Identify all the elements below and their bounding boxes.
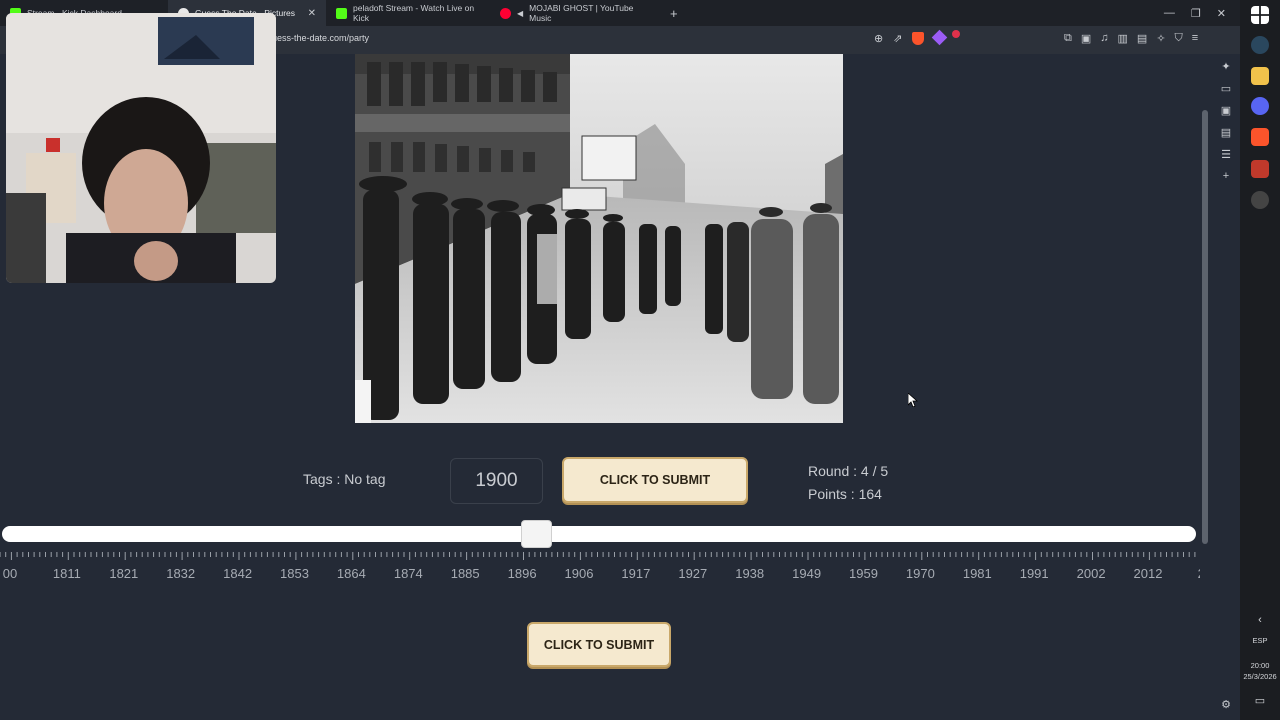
- date-slider-handle[interactable]: [521, 520, 553, 548]
- timeline-label: 1949: [792, 566, 822, 581]
- speaker-icon: ◀: [517, 8, 524, 18]
- settings-gear-icon[interactable]: ⚙: [1221, 698, 1231, 711]
- discord-icon[interactable]: [1251, 97, 1269, 115]
- youtube-music-icon: [500, 7, 511, 19]
- notification-badge: [952, 30, 960, 38]
- timeline-label: 2002: [1076, 566, 1106, 581]
- window-controls: — ❐ ✕: [1164, 0, 1240, 26]
- timeline-label: 1864: [336, 566, 366, 581]
- close-window-icon[interactable]: ✕: [1217, 7, 1226, 20]
- steam-icon[interactable]: [1251, 36, 1269, 54]
- sidebar-toggle-icon[interactable]: ▥: [1118, 32, 1128, 45]
- bookmarks-icon[interactable]: ▤: [1221, 126, 1231, 139]
- zoom-icon[interactable]: ⊕: [874, 32, 883, 45]
- tab-label: MOJABI GHOST | YouTube Music: [529, 3, 634, 23]
- timeline-label: 1917: [621, 566, 651, 581]
- score-panel: Round : 4 / 5 Points : 164: [808, 460, 888, 506]
- timeline-label: 1874: [393, 566, 423, 581]
- scrollbar-thumb[interactable]: [1202, 110, 1208, 544]
- timeline-label: 1906: [564, 566, 594, 581]
- kick-icon: [336, 7, 347, 19]
- windows-start-icon[interactable]: [1251, 6, 1269, 24]
- timeline-label: 1938: [735, 566, 765, 581]
- vpn-icon[interactable]: ⛉: [1175, 32, 1183, 45]
- date-slider-track[interactable]: [2, 526, 1196, 542]
- clock-date[interactable]: 25/3/2026: [1240, 672, 1280, 681]
- toolbar-right: ⧉ ▣ ♫ ▥ ▤ ✧ ⛉ ≡: [1064, 32, 1198, 45]
- media-icon[interactable]: ♫: [1100, 32, 1108, 45]
- timeline-label: 2012: [1133, 566, 1163, 581]
- tray-chevron-icon[interactable]: ‹: [1240, 614, 1280, 626]
- wallet-icon[interactable]: ▣: [1081, 32, 1091, 45]
- language-indicator[interactable]: ESP: [1240, 636, 1280, 645]
- taskbar: ‹ ESP 20:00 25/3/2026 ▭: [1240, 0, 1280, 720]
- photo-image: [355, 54, 843, 423]
- timeline-label: 1842: [223, 566, 253, 581]
- historical-photo: [355, 54, 843, 423]
- page-scrollbar[interactable]: [1200, 54, 1210, 720]
- restore-icon[interactable]: ❐: [1191, 7, 1201, 20]
- timeline-label: 1927: [678, 566, 708, 581]
- submit-button[interactable]: CLICK TO SUBMIT: [562, 457, 748, 503]
- timeline-label: 1853: [280, 566, 309, 581]
- tab-kick-stream[interactable]: peladoft Stream - Watch Live on Kick: [326, 0, 490, 26]
- bottom-submit-button[interactable]: CLICK TO SUBMIT: [527, 622, 671, 667]
- timeline-label: 1991: [1019, 566, 1049, 581]
- browser-sidebar: ✦ ▭ ▣ ▤ ☰ + ⚙: [1212, 54, 1240, 720]
- timeline-ticks: [0, 552, 1196, 560]
- timeline-label: 00: [2, 566, 18, 581]
- clock-time[interactable]: 20:00: [1240, 661, 1280, 670]
- points-counter: Points : 164: [808, 486, 882, 502]
- year-input[interactable]: [450, 458, 543, 504]
- url-field[interactable]: uess-the-date.com/party: [272, 33, 369, 43]
- wallet-sidebar-icon[interactable]: ▣: [1221, 104, 1231, 117]
- notifications-icon[interactable]: ▭: [1240, 694, 1280, 707]
- wallet-card-icon[interactable]: ▤: [1137, 32, 1147, 45]
- reading-list-icon[interactable]: ☰: [1221, 148, 1231, 161]
- playlist-icon[interactable]: ▭: [1221, 82, 1231, 95]
- leo-icon[interactable]: ✦: [1221, 60, 1230, 73]
- round-counter: Round : 4 / 5: [808, 463, 889, 479]
- timeline-label: 1970: [905, 566, 935, 581]
- add-sidebar-icon[interactable]: +: [1223, 170, 1229, 182]
- tab-youtube-music[interactable]: ◀ MOJABI GHOST | YouTube Music: [490, 0, 658, 26]
- address-actions: ⊕ ⇗: [874, 29, 948, 46]
- mouse-cursor: [907, 392, 919, 412]
- leo-ai-icon[interactable]: ✧: [1156, 32, 1165, 45]
- tab-label: peladoft Stream - Watch Live on Kick: [353, 3, 475, 23]
- brave-browser-icon[interactable]: [1251, 128, 1269, 146]
- brave-rewards-icon[interactable]: [932, 29, 948, 46]
- menu-icon[interactable]: ≡: [1192, 32, 1198, 45]
- timeline-label: 1959: [849, 566, 878, 581]
- brave-shields-icon[interactable]: [912, 32, 925, 45]
- webcam-image: [6, 13, 276, 283]
- timeline-label: 1821: [109, 566, 139, 581]
- new-tab-button[interactable]: +: [658, 6, 690, 21]
- timeline-label: 1885: [450, 566, 480, 581]
- obs-icon[interactable]: [1251, 191, 1269, 209]
- timeline-label: 1832: [166, 566, 196, 581]
- timeline-label: 1896: [507, 566, 537, 581]
- share-icon[interactable]: ⇗: [893, 32, 902, 45]
- tags-label: Tags : No tag: [303, 471, 386, 487]
- file-explorer-icon[interactable]: [1251, 67, 1269, 85]
- timeline-label: 1811: [52, 566, 81, 581]
- close-icon[interactable]: ✕: [308, 8, 316, 19]
- voicemeeter-icon[interactable]: [1251, 160, 1269, 178]
- timeline-label: 1981: [962, 566, 992, 581]
- minimize-icon[interactable]: —: [1164, 7, 1175, 19]
- webcam-overlay: [6, 13, 276, 283]
- extensions-icon[interactable]: ⧉: [1064, 32, 1072, 45]
